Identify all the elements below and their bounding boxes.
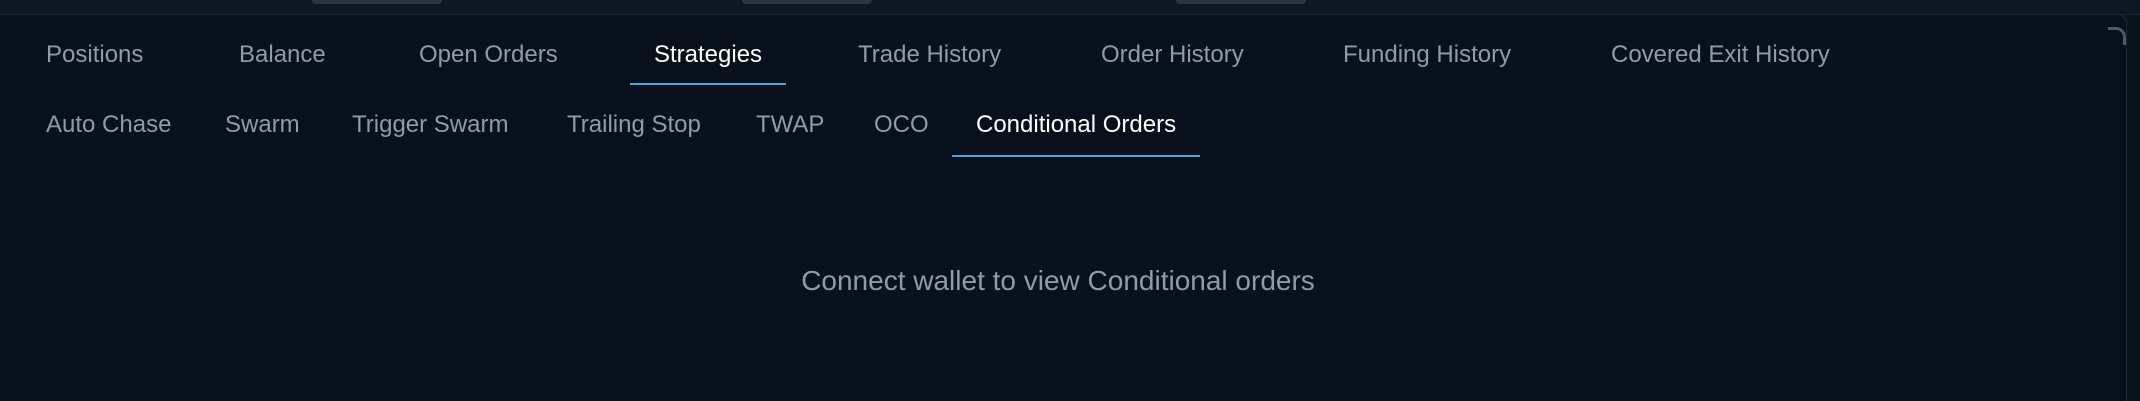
ghost-element (312, 0, 442, 4)
tab-open-orders[interactable]: Open Orders (419, 15, 558, 83)
tab-positions[interactable]: Positions (46, 15, 143, 83)
ghost-element (1176, 0, 1306, 4)
subtab-trigger-swarm[interactable]: Trigger Swarm (352, 95, 508, 155)
empty-state-message: Connect wallet to view Conditional order… (801, 265, 1315, 296)
tab-order-history[interactable]: Order History (1101, 15, 1244, 83)
subtab-trailing-stop[interactable]: Trailing Stop (567, 95, 701, 155)
tab-trade-history[interactable]: Trade History (858, 15, 1001, 83)
ghost-element (742, 0, 872, 4)
top-strip (0, 0, 2140, 15)
tab-balance[interactable]: Balance (239, 15, 326, 83)
subtab-swarm[interactable]: Swarm (225, 95, 300, 155)
tab-covered-exit-history[interactable]: Covered Exit History (1611, 15, 1830, 83)
strategies-panel: Positions Balance Open Orders Strategies… (0, 14, 2127, 401)
tab-strategies[interactable]: Strategies (629, 15, 787, 85)
subtab-twap[interactable]: TWAP (756, 95, 824, 155)
subtab-oco[interactable]: OCO (874, 95, 929, 155)
tab-funding-history[interactable]: Funding History (1343, 15, 1511, 83)
panel-corner-icon (2108, 27, 2126, 45)
subtab-auto-chase[interactable]: Auto Chase (46, 95, 171, 155)
subtab-conditional-orders[interactable]: Conditional Orders (951, 95, 1201, 157)
